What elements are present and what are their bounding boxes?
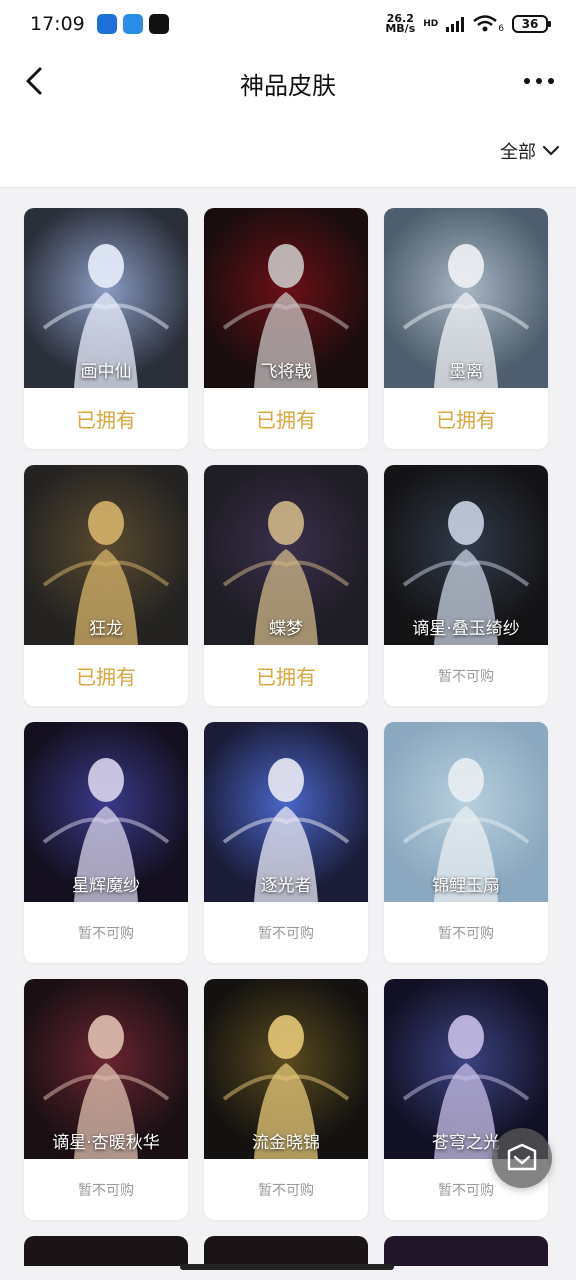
status-label: 已拥有: [256, 408, 316, 432]
skin-image: 蝶梦: [204, 465, 368, 645]
purchase-status: 暂不可购: [384, 645, 548, 706]
skin-card[interactable]: 流金晓锦 暂不可购: [204, 979, 368, 1220]
status-label: 暂不可购: [258, 925, 314, 942]
skin-card[interactable]: 画中仙 已拥有: [24, 208, 188, 449]
skin-name: 狂龙: [89, 619, 123, 639]
nav-bar: 神品皮肤: [0, 48, 576, 116]
skin-image: 锦鲤玉扇: [384, 722, 548, 902]
skin-image: 谪星·杏暖秋华: [24, 979, 188, 1159]
status-label: 已拥有: [76, 665, 136, 689]
signal-icon: [446, 16, 465, 32]
net-speed-unit: MB/s: [385, 22, 416, 35]
status-time: 17:09: [30, 13, 85, 35]
purchase-status: 已拥有: [204, 388, 368, 449]
status-label: 暂不可购: [438, 1182, 494, 1199]
status-label: 已拥有: [436, 408, 496, 432]
skin-grid: 画中仙 已拥有 飞将戟 已拥有 墨离 已拥有 狂龙 已拥有 蝶梦 已拥有 谪星·…: [24, 208, 554, 1220]
skin-card[interactable]: 锦鲤玉扇 暂不可购: [384, 722, 548, 963]
status-bar: 17:09 26.2 MB/s HD 6 36: [0, 0, 576, 48]
home-icon: [507, 1143, 537, 1171]
status-label: 暂不可购: [438, 668, 494, 685]
skin-card[interactable]: 蝶梦 已拥有: [204, 465, 368, 706]
more-menu-icon[interactable]: [524, 78, 554, 84]
status-label: 暂不可购: [438, 925, 494, 942]
skin-image: 墨离: [384, 208, 548, 388]
gesture-bar: [180, 1264, 394, 1270]
skin-image: 画中仙: [24, 208, 188, 388]
next-row-peek: [24, 1236, 554, 1266]
skin-image: 狂龙: [24, 465, 188, 645]
status-label: 暂不可购: [258, 1182, 314, 1199]
skin-name: 蝶梦: [269, 619, 303, 639]
app-cloud-icon: [122, 14, 143, 34]
purchase-status: 暂不可购: [24, 902, 188, 963]
skin-card[interactable]: 星辉魔纱 暂不可购: [24, 722, 188, 963]
hd-label: HD: [423, 19, 439, 29]
skin-name: 逐光者: [260, 876, 312, 896]
purchase-status: 已拥有: [204, 645, 368, 706]
skin-image: 谪星·叠玉绮纱: [384, 465, 548, 645]
chevron-down-icon: [542, 145, 560, 156]
skin-card-partial[interactable]: [24, 1236, 188, 1266]
skin-image: 飞将戟: [204, 208, 368, 388]
wifi-icon: [473, 15, 498, 32]
skin-name: 锦鲤玉扇: [432, 876, 500, 896]
skin-name: 流金晓锦: [252, 1133, 320, 1153]
page-title: 神品皮肤: [240, 72, 336, 100]
filter-label: 全部: [500, 142, 536, 163]
purchase-status: 暂不可购: [384, 902, 548, 963]
battery-level: 36: [521, 17, 539, 31]
skin-card[interactable]: 墨离 已拥有: [384, 208, 548, 449]
purchase-status: 已拥有: [384, 388, 548, 449]
skin-name: 墨离: [449, 362, 483, 382]
skin-image: 星辉魔纱: [24, 722, 188, 902]
skin-name: 星辉魔纱: [72, 876, 140, 896]
status-label: 已拥有: [256, 665, 316, 689]
skin-card[interactable]: 逐光者 暂不可购: [204, 722, 368, 963]
battery-icon: 36: [512, 15, 551, 33]
app-k-icon: [96, 14, 117, 34]
purchase-status: 暂不可购: [204, 1159, 368, 1220]
skin-name: 谪星·杏暖秋华: [52, 1133, 160, 1153]
skin-card[interactable]: 谪星·叠玉绮纱 暂不可购: [384, 465, 548, 706]
back-to-home-button[interactable]: [492, 1128, 552, 1188]
skin-image: 流金晓锦: [204, 979, 368, 1159]
app-capcut-icon: [148, 14, 169, 34]
purchase-status: 已拥有: [24, 388, 188, 449]
skin-name: 飞将戟: [260, 362, 312, 382]
filter-dropdown[interactable]: 全部: [500, 138, 560, 164]
skin-name: 谪星·叠玉绮纱: [412, 619, 520, 639]
skin-card-partial[interactable]: [204, 1236, 368, 1266]
status-label: 暂不可购: [78, 1182, 134, 1199]
skin-card[interactable]: 狂龙 已拥有: [24, 465, 188, 706]
status-label: 暂不可购: [78, 925, 134, 942]
skin-name: 画中仙: [80, 362, 132, 382]
filter-bar: 全部: [0, 116, 576, 188]
status-label: 已拥有: [76, 408, 136, 432]
purchase-status: 已拥有: [24, 645, 188, 706]
skin-card[interactable]: 谪星·杏暖秋华 暂不可购: [24, 979, 188, 1220]
wifi-badge: 6: [498, 24, 504, 34]
purchase-status: 暂不可购: [24, 1159, 188, 1220]
skin-card-partial[interactable]: [384, 1236, 548, 1266]
net-speed: 26.2 MB/s: [385, 13, 416, 35]
purchase-status: 暂不可购: [204, 902, 368, 963]
skin-card[interactable]: 飞将戟 已拥有: [204, 208, 368, 449]
skin-image: 逐光者: [204, 722, 368, 902]
